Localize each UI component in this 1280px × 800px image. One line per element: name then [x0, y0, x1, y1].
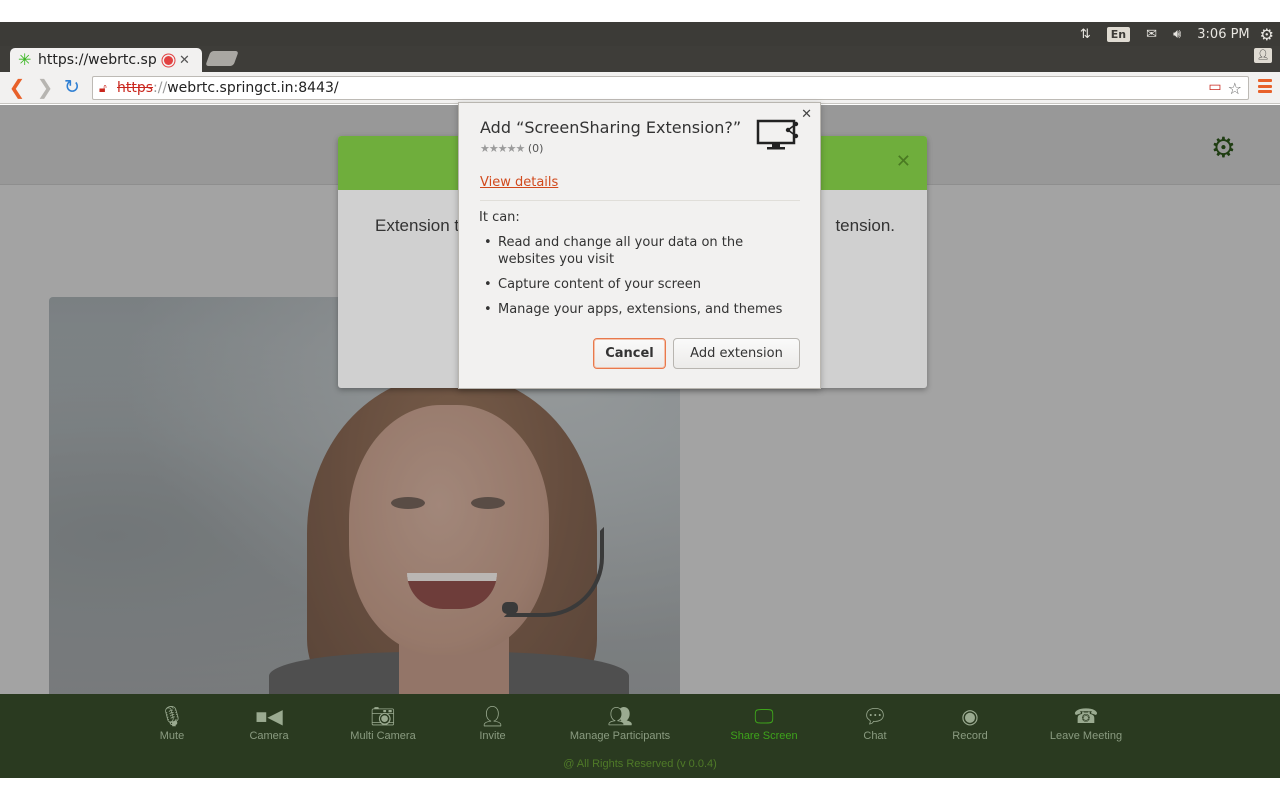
url-scheme: https	[117, 80, 154, 96]
url-separator: ://	[153, 80, 168, 96]
network-icon[interactable]: ⇅	[1080, 27, 1091, 42]
system-gear-icon[interactable]: ⚙	[1260, 25, 1274, 44]
reload-icon: ↻	[64, 76, 80, 98]
add-extension-dialog: ✕ Add “ScreenSharing Extension?” ★★★★★ (…	[458, 102, 821, 389]
permission-item: Capture content of your screen	[483, 276, 803, 293]
permission-item: Manage your apps, extensions, and themes	[483, 301, 803, 318]
chevron-right-icon: ❯	[36, 75, 54, 99]
permission-item: Read and change all your data on the web…	[483, 234, 803, 268]
bookmark-star-icon[interactable]: ☆	[1228, 79, 1242, 98]
recording-indicator-icon	[164, 55, 173, 65]
omnibox-actions: ▭ ☆	[1208, 79, 1242, 98]
participants-icon: 👥︎	[607, 706, 633, 728]
new-tab-button[interactable]	[205, 51, 239, 66]
url-host: webrtc.springct.in:8443/	[167, 80, 339, 96]
modal-message-right: tension.	[835, 216, 895, 235]
record-icon: ◉	[961, 706, 979, 728]
forward-button[interactable]: ❯	[34, 77, 56, 99]
divider	[480, 200, 800, 201]
chat-icon: 💬︎	[862, 706, 888, 728]
rating-stars-icon: ★★★★★	[480, 142, 525, 155]
browser-tab[interactable]: ✳ https://webrtc.sp ✕	[10, 48, 202, 72]
share-screen-label: Share Screen	[730, 730, 798, 742]
camera-button[interactable]: ■◀ Camera	[240, 704, 298, 742]
manage-participants-button[interactable]: 👥︎ Manage Participants	[565, 704, 675, 742]
system-tray: ⇅ En ✉ 🔊︎ 3:06 PM ⚙	[1080, 22, 1280, 46]
screen-capture-icon[interactable]: ▭	[1208, 79, 1221, 98]
dialog-title: Add “ScreenSharing Extension?”	[480, 118, 742, 137]
photo-camera-icon: 📷︎	[370, 706, 396, 728]
view-details-link[interactable]: View details	[480, 175, 558, 190]
os-top-panel: ⇅ En ✉ 🔊︎ 3:06 PM ⚙	[0, 22, 1280, 46]
insecure-lock-icon[interactable]: 🔓︎	[99, 81, 113, 96]
settings-gear-icon[interactable]: ⚙	[1211, 131, 1236, 164]
tab-close-icon[interactable]: ✕	[179, 53, 190, 68]
tab-strip: ✳ https://webrtc.sp ✕ 👤︎	[0, 46, 1280, 72]
add-extension-button[interactable]: Add extension	[673, 338, 800, 369]
chevron-left-icon: ❮	[8, 75, 26, 99]
modal-close-icon[interactable]: ✕	[896, 151, 911, 172]
tab-title: https://webrtc.sp	[38, 52, 156, 68]
chat-button[interactable]: 💬︎ Chat	[855, 704, 895, 742]
modal-message-left: Extension t	[375, 216, 460, 235]
meeting-controls: 🎙︎ Mute ■◀ Camera 📷︎ Multi Camera 👤︎ Inv…	[0, 694, 1280, 778]
back-button[interactable]: ❮	[6, 77, 28, 99]
chat-label: Chat	[863, 730, 887, 742]
hangup-icon: ☎︎	[1073, 706, 1099, 728]
cancel-button[interactable]: Cancel	[593, 338, 666, 369]
add-user-icon: 👤︎	[479, 706, 506, 728]
menu-icon[interactable]	[1258, 79, 1272, 93]
invite-label: Invite	[479, 730, 506, 742]
dialog-close-icon[interactable]: ✕	[801, 107, 812, 122]
permissions-heading: It can:	[479, 210, 520, 225]
volume-icon[interactable]: 🔊︎	[1173, 27, 1181, 42]
mail-icon[interactable]: ✉	[1146, 27, 1157, 42]
video-camera-icon: ■◀	[255, 706, 283, 728]
share-screen-icon: 🖵︎	[754, 706, 774, 728]
keyboard-layout-indicator[interactable]: En	[1106, 26, 1131, 42]
mute-label: Mute	[159, 730, 185, 742]
mute-button[interactable]: 🎙︎ Mute	[148, 704, 196, 742]
address-bar[interactable]: 🔓︎ https :// webrtc.springct.in:8443/ ▭ …	[92, 76, 1249, 100]
screen-share-icon	[756, 119, 799, 150]
leave-meeting-button[interactable]: ☎︎ Leave Meeting	[1046, 704, 1126, 742]
microphone-icon: 🎙︎	[159, 706, 185, 728]
multi-camera-label: Multi Camera	[350, 730, 416, 742]
manage-participants-label: Manage Participants	[569, 730, 671, 742]
rating: ★★★★★ (0)	[480, 142, 543, 155]
camera-label: Camera	[249, 730, 289, 742]
browser-toolbar: ❮ ❯ ↻ 🔓︎ https :// webrtc.springct.in:84…	[0, 72, 1280, 104]
record-label: Record	[952, 730, 988, 742]
permissions-list: Read and change all your data on the web…	[483, 234, 803, 326]
rating-count: (0)	[527, 142, 544, 155]
favicon-icon: ✳	[18, 50, 32, 69]
multi-camera-button[interactable]: 📷︎ Multi Camera	[343, 704, 423, 742]
share-screen-button[interactable]: 🖵︎ Share Screen	[728, 704, 800, 742]
invite-button[interactable]: 👤︎ Invite	[470, 704, 515, 742]
profile-icon[interactable]: 👤︎	[1254, 48, 1272, 63]
leave-meeting-label: Leave Meeting	[1049, 730, 1123, 742]
screen: ⇅ En ✉ 🔊︎ 3:06 PM ⚙ ✳ https://webrtc.sp …	[0, 0, 1280, 800]
footer-copyright: @ All Rights Reserved (v 0.0.4)	[563, 758, 717, 770]
clock[interactable]: 3:06 PM	[1197, 27, 1249, 42]
reload-button[interactable]: ↻	[61, 77, 83, 99]
record-button[interactable]: ◉ Record	[947, 704, 993, 742]
keyboard-layout-label: En	[1106, 26, 1131, 42]
